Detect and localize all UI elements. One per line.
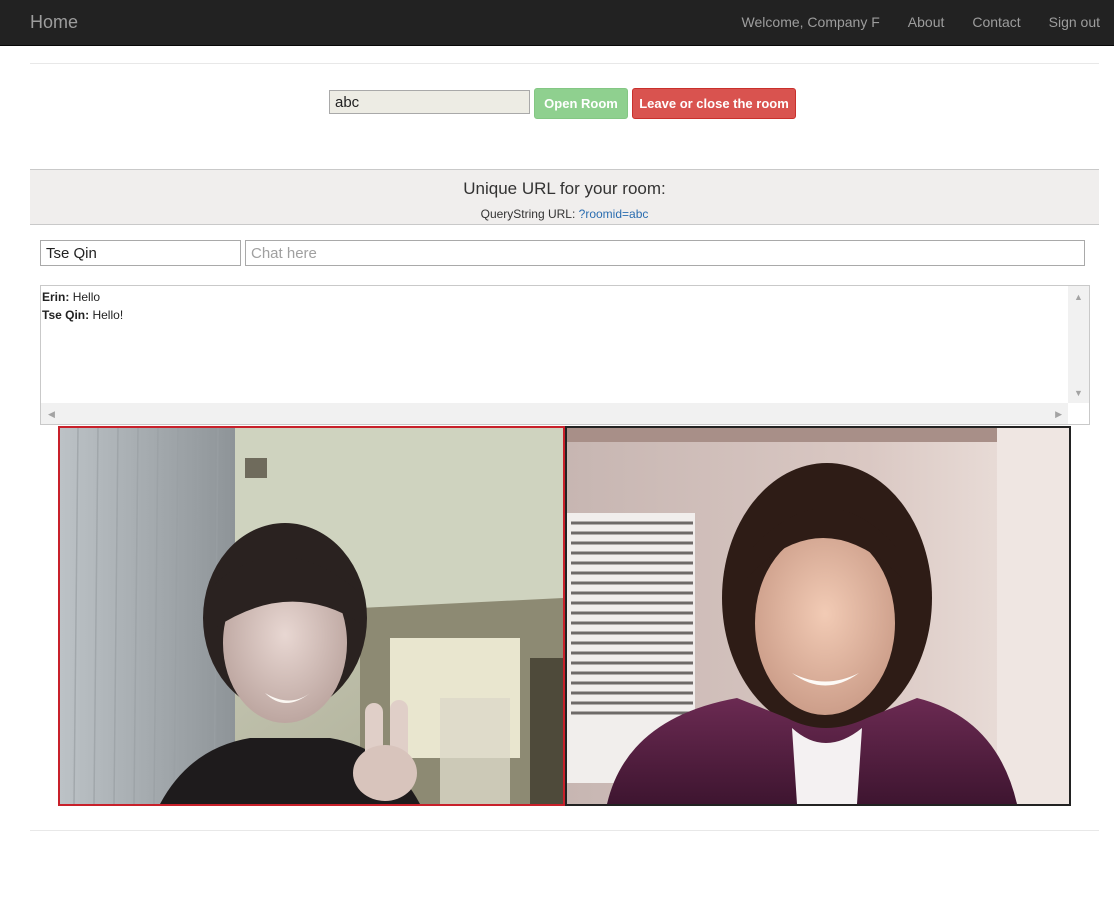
home-link[interactable]: Home xyxy=(30,12,78,33)
navbar: Home Welcome, Company F About Contact Si… xyxy=(0,0,1114,46)
local-video xyxy=(58,426,565,806)
about-link[interactable]: About xyxy=(908,14,945,30)
scroll-down-arrow-icon[interactable]: ▼ xyxy=(1074,388,1083,398)
querystring-url-line: QueryString URL: ?roomid=abc xyxy=(30,207,1099,221)
scrollbar-corner xyxy=(1068,403,1089,424)
chat-input[interactable] xyxy=(245,240,1085,266)
remote-video-frame xyxy=(567,428,1069,804)
chat-sender: Erin: xyxy=(42,290,70,304)
username-input[interactable] xyxy=(40,240,241,266)
remote-video xyxy=(565,426,1071,806)
room-url-title: Unique URL for your room: xyxy=(463,179,666,198)
scroll-right-arrow-icon[interactable]: ▶ xyxy=(1055,409,1062,419)
chat-text: Hello! xyxy=(92,308,124,322)
chat-message: Erin: Hello xyxy=(42,288,1069,306)
nav-links: Welcome, Company F About Contact Sign ou… xyxy=(742,14,1100,30)
scroll-up-arrow-icon[interactable]: ▲ xyxy=(1074,292,1083,302)
horizontal-scrollbar[interactable]: ◀ ▶ xyxy=(41,403,1069,424)
chat-log[interactable]: Erin: Hello Tse Qin: Hello! ▲ ▼ ◀ ▶ xyxy=(40,285,1090,425)
chat-messages: Erin: Hello Tse Qin: Hello! xyxy=(41,286,1069,404)
scroll-left-arrow-icon[interactable]: ◀ xyxy=(48,409,55,419)
querystring-label: QueryString URL: xyxy=(480,207,576,221)
room-id-input[interactable] xyxy=(329,90,530,114)
contact-link[interactable]: Contact xyxy=(972,14,1020,30)
room-url-link[interactable]: ?roomid=abc xyxy=(579,207,649,221)
open-room-button[interactable]: Open Room xyxy=(534,88,628,119)
leave-room-button[interactable]: Leave or close the room xyxy=(632,88,796,119)
chat-sender: Tse Qin: xyxy=(42,308,90,322)
room-url-panel: Unique URL for your room: QueryString UR… xyxy=(30,169,1099,225)
chat-message: Tse Qin: Hello! xyxy=(42,306,1069,324)
chat-text: Hello xyxy=(72,290,101,304)
vertical-scrollbar[interactable]: ▲ ▼ xyxy=(1068,286,1089,404)
welcome-user-link[interactable]: Welcome, Company F xyxy=(742,14,880,30)
divider-bottom xyxy=(30,830,1099,831)
signout-link[interactable]: Sign out xyxy=(1049,14,1100,30)
local-video-frame xyxy=(60,428,563,804)
divider-top xyxy=(30,63,1099,64)
